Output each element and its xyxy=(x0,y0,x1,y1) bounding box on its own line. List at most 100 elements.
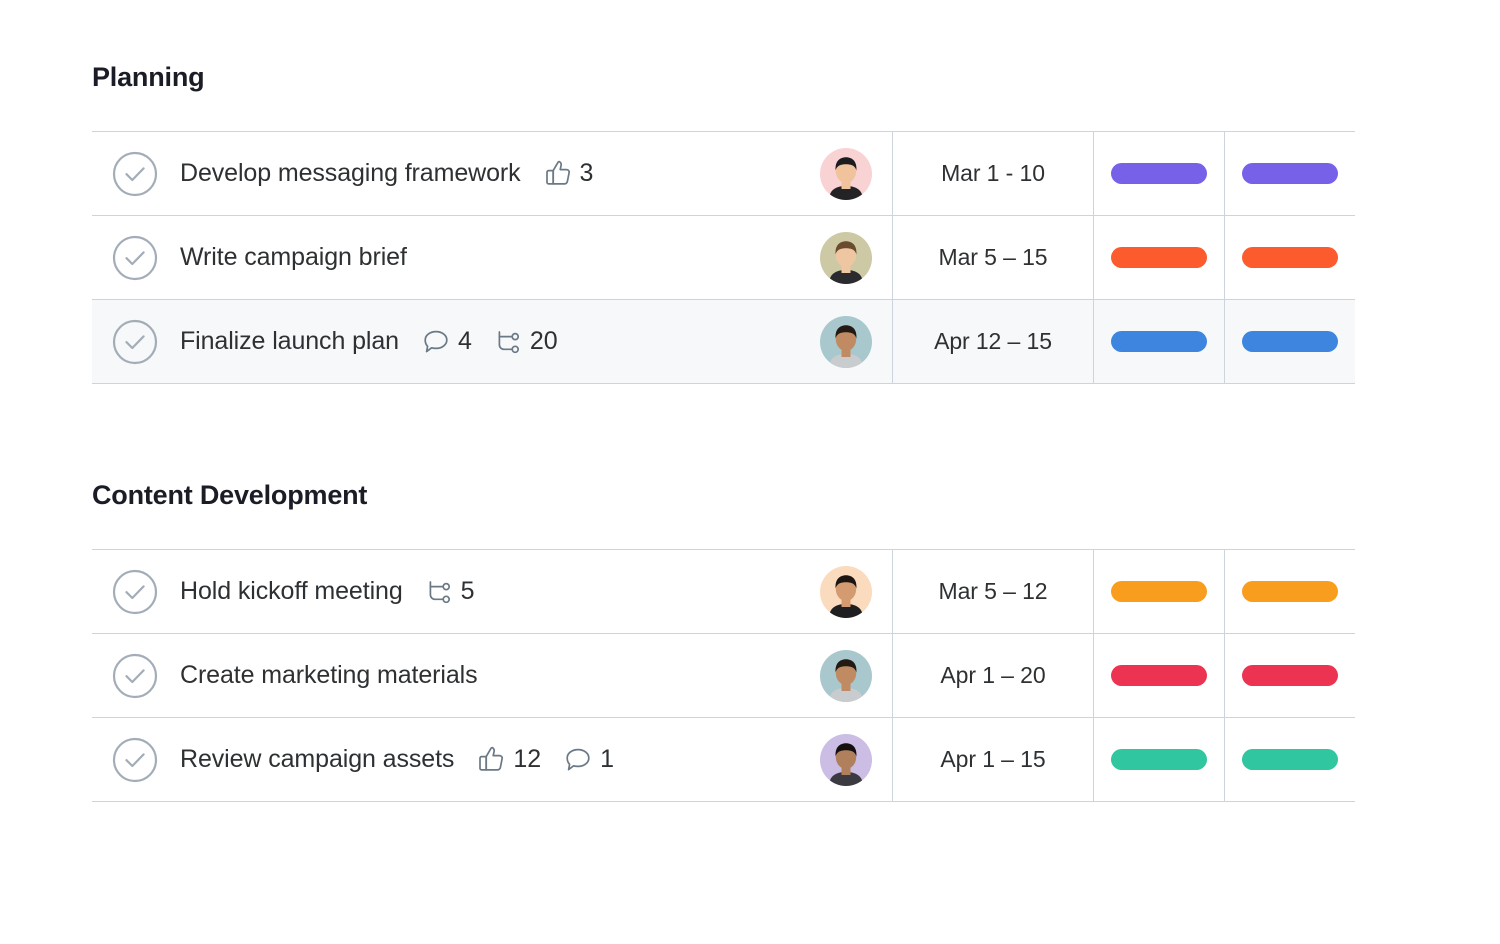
task-meta-item[interactable]: 12 xyxy=(478,746,541,773)
task-meta-group: 12 1 xyxy=(478,746,614,773)
table-row[interactable]: Hold kickoff meeting 5 Mar 5 – 12 xyxy=(92,549,1355,634)
section-title: Planning xyxy=(92,62,205,92)
priority-pill xyxy=(1242,163,1338,184)
table-row[interactable]: Review campaign assets 12 1 Apr 1 – 15 xyxy=(92,717,1355,802)
comment-icon[interactable] xyxy=(423,329,449,355)
status-pill xyxy=(1111,247,1207,268)
task-table: Hold kickoff meeting 5 Mar 5 – 12 Create ma… xyxy=(92,549,1355,802)
task-table: Develop messaging framework 3 Mar 1 - 10 Wr… xyxy=(92,131,1355,384)
thumbs-up-icon[interactable] xyxy=(545,160,571,187)
task-meta-item[interactable]: 1 xyxy=(565,747,614,773)
status-pill xyxy=(1111,163,1207,184)
due-date-cell[interactable]: Mar 5 – 12 xyxy=(892,549,1094,634)
priority-pill-cell[interactable] xyxy=(1224,299,1355,384)
comment-icon[interactable] xyxy=(565,747,591,773)
status-pill-cell[interactable] xyxy=(1093,549,1225,634)
status-pill-cell[interactable] xyxy=(1093,131,1225,216)
task-cell: Create marketing materials xyxy=(92,633,800,718)
task-meta-group: 3 xyxy=(545,159,594,187)
meta-count: 3 xyxy=(579,159,594,187)
priority-pill xyxy=(1242,665,1338,686)
assignee-cell xyxy=(800,215,893,300)
due-date-cell[interactable]: Mar 5 – 15 xyxy=(892,215,1094,300)
meta-count: 12 xyxy=(513,745,542,773)
task-meta-item[interactable]: 3 xyxy=(545,159,594,187)
table-row[interactable]: Finalize launch plan 4 20 Apr 12 – 15 xyxy=(92,299,1355,384)
task-cell: Finalize launch plan 4 20 xyxy=(92,299,800,384)
status-pill-cell[interactable] xyxy=(1093,633,1225,718)
status-pill-cell[interactable] xyxy=(1093,215,1225,300)
task-name[interactable]: Create marketing materials xyxy=(180,663,478,688)
task-cell: Develop messaging framework 3 xyxy=(92,131,800,216)
check-circle-icon[interactable] xyxy=(112,319,158,365)
assignee-cell xyxy=(800,131,893,216)
priority-pill-cell[interactable] xyxy=(1224,215,1355,300)
avatar-person-1[interactable] xyxy=(820,147,872,200)
task-cell: Hold kickoff meeting 5 xyxy=(92,549,800,634)
avatar[interactable] xyxy=(820,565,872,618)
thumbs-up-icon[interactable] xyxy=(478,746,504,773)
priority-pill xyxy=(1242,581,1338,602)
check-circle-icon[interactable] xyxy=(112,151,158,197)
task-name[interactable]: Hold kickoff meeting xyxy=(180,579,403,604)
assignee-cell xyxy=(800,299,893,384)
assignee-cell xyxy=(800,717,893,802)
task-name[interactable]: Write campaign brief xyxy=(180,245,407,270)
check-circle-icon[interactable] xyxy=(112,737,158,783)
table-row[interactable]: Develop messaging framework 3 Mar 1 - 10 xyxy=(92,131,1355,216)
avatar[interactable] xyxy=(820,315,872,368)
priority-pill-cell[interactable] xyxy=(1224,633,1355,718)
status-pill-cell[interactable] xyxy=(1093,299,1225,384)
meta-count: 20 xyxy=(529,327,558,355)
avatar-person-4[interactable] xyxy=(820,565,872,618)
task-meta-item[interactable]: 4 xyxy=(423,329,472,355)
priority-pill xyxy=(1242,247,1338,268)
status-pill xyxy=(1111,749,1207,770)
avatar[interactable] xyxy=(820,147,872,200)
avatar[interactable] xyxy=(820,231,872,284)
status-pill xyxy=(1111,331,1207,352)
meta-count: 4 xyxy=(457,327,472,355)
avatar[interactable] xyxy=(820,649,872,702)
meta-count: 1 xyxy=(600,745,615,773)
task-meta-group: 5 xyxy=(427,579,475,604)
priority-pill-cell[interactable] xyxy=(1224,131,1355,216)
priority-pill xyxy=(1242,331,1338,352)
task-meta-group: 4 20 xyxy=(423,329,558,355)
task-name[interactable]: Develop messaging framework xyxy=(180,161,521,186)
avatar-person-3[interactable] xyxy=(820,315,872,368)
task-cell: Write campaign brief xyxy=(92,215,800,300)
assignee-cell xyxy=(800,549,893,634)
task-section: Content Development Hold kickoff meeting 5… xyxy=(92,480,1355,802)
check-circle-icon[interactable] xyxy=(112,569,158,615)
due-date-cell[interactable]: Apr 12 – 15 xyxy=(892,299,1094,384)
avatar-person-5[interactable] xyxy=(820,649,872,702)
avatar-person-6[interactable] xyxy=(820,733,872,786)
table-row[interactable]: Write campaign brief Mar 5 – 15 xyxy=(92,215,1355,300)
status-pill xyxy=(1111,665,1207,686)
due-date-cell[interactable]: Apr 1 – 15 xyxy=(892,717,1094,802)
status-pill xyxy=(1111,581,1207,602)
task-name[interactable]: Finalize launch plan xyxy=(180,329,399,354)
subtask-icon[interactable] xyxy=(427,579,452,604)
task-name[interactable]: Review campaign assets xyxy=(180,747,454,772)
assignee-cell xyxy=(800,633,893,718)
task-cell: Review campaign assets 12 1 xyxy=(92,717,800,802)
due-date-cell[interactable]: Mar 1 - 10 xyxy=(892,131,1094,216)
status-pill-cell[interactable] xyxy=(1093,717,1225,802)
check-circle-icon[interactable] xyxy=(112,235,158,281)
priority-pill xyxy=(1242,749,1338,770)
task-section: Planning Develop messaging framework 3 Mar … xyxy=(92,62,1355,384)
table-row[interactable]: Create marketing materials Apr 1 – 20 xyxy=(92,633,1355,718)
priority-pill-cell[interactable] xyxy=(1224,717,1355,802)
task-meta-item[interactable]: 20 xyxy=(496,329,558,354)
subtask-icon[interactable] xyxy=(496,329,521,354)
section-title: Content Development xyxy=(92,480,368,510)
priority-pill-cell[interactable] xyxy=(1224,549,1355,634)
due-date-cell[interactable]: Apr 1 – 20 xyxy=(892,633,1094,718)
meta-count: 5 xyxy=(460,577,475,605)
avatar-person-2[interactable] xyxy=(820,231,872,284)
avatar[interactable] xyxy=(820,733,872,786)
check-circle-icon[interactable] xyxy=(112,653,158,699)
task-meta-item[interactable]: 5 xyxy=(427,579,475,604)
